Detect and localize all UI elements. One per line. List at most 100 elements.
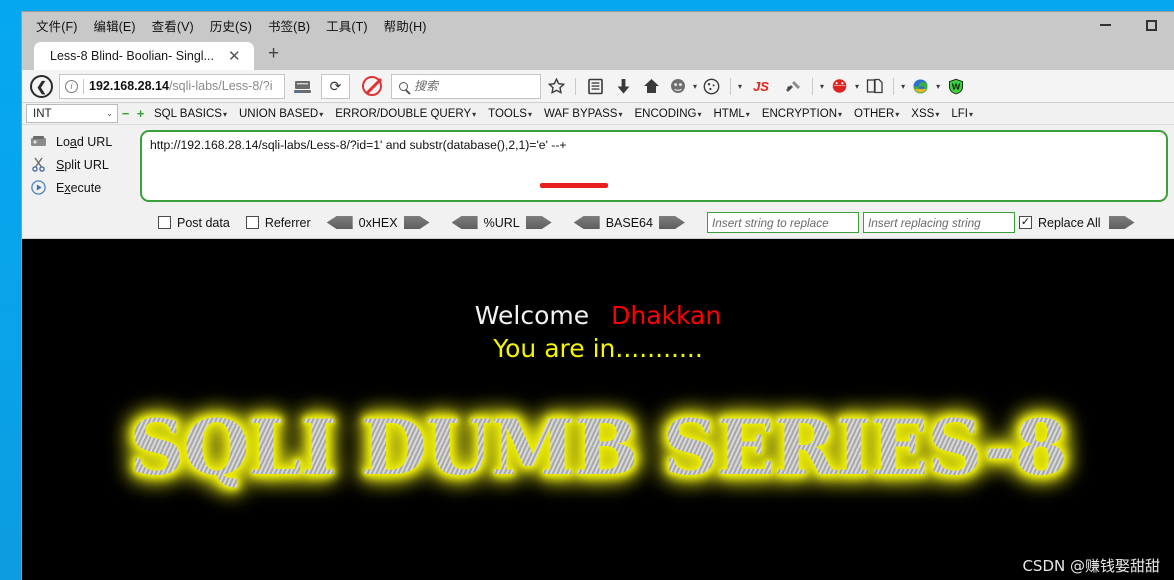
close-icon[interactable]: ✕ xyxy=(224,49,245,64)
screen-icon xyxy=(294,80,311,93)
javascript-toggle-button[interactable]: JS xyxy=(744,73,778,99)
hackbar-type-select[interactable]: INT ⌄ xyxy=(26,104,118,123)
hackbar-menu-union-based[interactable]: UNION BASED▾ xyxy=(233,108,329,120)
home-button[interactable] xyxy=(638,73,664,99)
back-button[interactable]: ❮ xyxy=(28,73,55,100)
replace-all-label: Replace All xyxy=(1037,215,1101,230)
hackbar-menu-tools[interactable]: TOOLS▾ xyxy=(482,108,538,120)
replace-find-input[interactable] xyxy=(706,212,859,233)
menu-tools[interactable]: 工具(T) xyxy=(318,14,375,37)
hackbar-menu-sql-basics[interactable]: SQL BASICS▾ xyxy=(148,108,233,120)
hackbar-menu-encryption[interactable]: ENCRYPTION▾ xyxy=(756,108,848,120)
back-arrow-icon: ❮ xyxy=(30,74,53,98)
webdev-caret-icon[interactable]: ▾ xyxy=(820,82,824,91)
menu-file[interactable]: 文件(F) xyxy=(28,14,85,37)
hackbar-button[interactable] xyxy=(826,73,852,99)
useragent-switcher-button[interactable] xyxy=(666,73,690,99)
menu-view[interactable]: 查看(V) xyxy=(144,14,202,37)
hackbar-menu-html[interactable]: HTML▾ xyxy=(707,108,755,120)
caret-down-icon: ▾ xyxy=(222,109,227,119)
post-data-checkbox[interactable]: Post data xyxy=(158,216,230,230)
hackbar-caret-icon[interactable]: ▾ xyxy=(855,82,859,91)
maximize-button[interactable] xyxy=(1128,12,1174,38)
tab-strip: Less-8 Blind- Boolian- Singl... ✕ + xyxy=(22,38,1174,70)
site-info-icon[interactable]: i xyxy=(65,79,78,93)
search-icon xyxy=(399,81,408,91)
menu-label: ENCRYPTION xyxy=(761,107,838,120)
replace-apply-button[interactable] xyxy=(1108,216,1135,229)
address-bar[interactable]: i 192.168.28.14/sqli-labs/Less-8/?i xyxy=(59,73,285,99)
library-button[interactable] xyxy=(582,73,608,99)
referrer-label: Referrer xyxy=(264,215,311,230)
menu-edit[interactable]: 编辑(E) xyxy=(85,14,143,37)
url-label: %URL xyxy=(483,215,520,230)
split-url-button[interactable]: Split URL xyxy=(26,153,140,176)
url-decode-button[interactable] xyxy=(451,216,478,229)
hex-decode-button[interactable] xyxy=(326,216,353,229)
window-controls xyxy=(1082,12,1174,38)
referrer-checkbox[interactable]: Referrer xyxy=(245,215,311,230)
base64-decode-button[interactable] xyxy=(573,216,600,229)
url-host: 192.168.28.14 xyxy=(89,79,169,93)
url-text: 192.168.28.14/sqli-labs/Less-8/?i xyxy=(89,79,272,93)
hackbar-menu-error-double-query[interactable]: ERROR/DOUBLE QUERY▾ xyxy=(329,108,482,120)
proxy-switcher-button[interactable] xyxy=(907,73,933,99)
split-url-label: Split URL xyxy=(56,157,109,172)
downloads-button[interactable] xyxy=(610,73,636,99)
execute-button[interactable]: Execute xyxy=(26,176,140,199)
minimize-button[interactable] xyxy=(1082,12,1128,38)
noscript-icon[interactable] xyxy=(362,76,382,96)
execute-label: Execute xyxy=(56,180,102,195)
caret-down-icon: ▾ xyxy=(935,109,940,119)
caret-down-icon: ▾ xyxy=(895,109,900,119)
increment-button[interactable]: + xyxy=(133,106,148,121)
menu-help[interactable]: 帮助(H) xyxy=(376,14,435,37)
hackbar-face-icon xyxy=(832,79,846,93)
hackbar-menu-other[interactable]: OTHER▾ xyxy=(848,108,905,120)
reader-view-button[interactable] xyxy=(289,73,316,100)
decrement-button[interactable]: − xyxy=(118,106,133,121)
hackbar-url-textarea[interactable] xyxy=(140,130,1168,202)
menu-bookmarks[interactable]: 书签(B) xyxy=(260,14,318,37)
hackbar-menu-lfi[interactable]: LFI▾ xyxy=(945,108,979,120)
useragent-caret-icon[interactable]: ▾ xyxy=(693,82,697,91)
toolbar-divider-1 xyxy=(575,77,576,95)
hackbar-body: Load URL Split URL Execute http://192.16… xyxy=(22,125,1174,207)
menu-label: LFI xyxy=(951,107,968,120)
hackbar-menu-xss[interactable]: XSS▾ xyxy=(905,108,945,120)
hackbar-menu-encoding[interactable]: ENCODING▾ xyxy=(628,108,707,120)
replace-with-input[interactable] xyxy=(862,212,1015,233)
caret-down-icon: ▾ xyxy=(968,109,973,119)
load-url-button[interactable]: Load URL xyxy=(26,130,140,153)
menu-label: ERROR/DOUBLE QUERY xyxy=(335,107,472,120)
watermark-text: CSDN @赚钱娶甜甜 xyxy=(1022,557,1160,575)
cookie-manager-button[interactable] xyxy=(699,73,724,99)
search-input[interactable] xyxy=(414,79,533,93)
source-caret-icon[interactable]: ▾ xyxy=(901,82,905,91)
status-text: You are in........... xyxy=(493,334,703,363)
menu-history[interactable]: 历史(S) xyxy=(202,14,260,37)
web-developer-button[interactable] xyxy=(780,73,806,99)
hackbar-menu-waf-bypass[interactable]: WAF BYPASS▾ xyxy=(538,108,629,120)
hex-encode-button[interactable] xyxy=(403,216,430,229)
caret-down-icon: ▾ xyxy=(697,109,702,119)
menu-label: OTHER xyxy=(854,107,895,120)
reload-button[interactable]: ⟳ xyxy=(321,73,350,99)
hackbar-type-value: INT xyxy=(33,107,52,120)
base64-encode-button[interactable] xyxy=(658,216,685,229)
url-encode-button[interactable] xyxy=(525,216,552,229)
page-source-button[interactable] xyxy=(861,73,887,99)
replace-all-checkbox[interactable]: ✓ Replace All xyxy=(1018,215,1101,230)
browser-tab-active[interactable]: Less-8 Blind- Boolian- Singl... ✕ xyxy=(34,42,254,70)
proxy-caret-icon[interactable]: ▾ xyxy=(936,82,940,91)
menu-label: WAF BYPASS xyxy=(543,107,618,120)
maximize-icon xyxy=(1145,19,1157,31)
search-box[interactable] xyxy=(391,73,541,99)
caret-down-icon: ▾ xyxy=(472,109,477,119)
adblock-button[interactable]: W xyxy=(942,73,970,99)
bookmark-star-button[interactable] xyxy=(543,73,569,99)
menu-bar: 文件(F) 编辑(E) 查看(V) 历史(S) 书签(B) 工具(T) 帮助(H… xyxy=(22,12,1174,38)
cookie-caret-icon[interactable]: ▾ xyxy=(738,82,742,91)
new-tab-button[interactable]: + xyxy=(254,44,293,65)
caret-down-icon: ▾ xyxy=(618,109,623,119)
